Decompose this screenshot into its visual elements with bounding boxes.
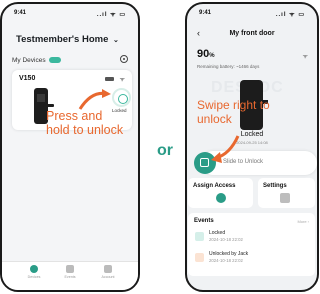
user-icon [216,193,226,203]
remaining-battery: Remaining battery: ~1466 days [197,64,260,69]
lock-handle [43,104,54,107]
wifi-icon: ᯤ [302,54,308,60]
callout-press-hold: Press and hold to unlock [46,109,124,137]
unlock-event-icon [195,253,204,262]
assign-access-label: Assign Access [193,183,236,189]
my-devices-text: My Devices [12,57,46,64]
my-devices-label: My Devices [12,57,61,64]
status-icons: ..ıl ᯤ ▭ [96,12,126,18]
callout-swipe-right: Swipe right to unlock [197,98,270,126]
status-bar: 9:41 ..ıl ᯤ ▭ [14,10,126,20]
callout-arrow-right [211,135,240,163]
status-bar: 9:41 ..ıl ᯤ ▭ [199,10,305,20]
settings-label: Settings [263,183,287,189]
event-time: 2024-10-18 22:02 [209,258,243,263]
events-icon [66,265,74,273]
page-title: My front door [229,30,275,37]
assign-access-tile[interactable]: Assign Access [188,178,253,208]
bottom-nav: Devices Events Account [2,261,138,290]
separator-or: or [157,142,173,159]
padlock-icon [118,94,128,104]
events-card: Events More › Locked 2024-10-18 22:02 Un… [188,213,315,276]
nav-item-account[interactable]: Account [96,265,120,279]
unlock-button[interactable] [112,88,131,107]
event-row[interactable]: Unlocked by Jack 2024-10-18 22:02 [194,251,309,269]
event-title: Locked [209,230,226,236]
account-icon [104,265,112,273]
keypad-icon [37,94,45,102]
add-target-icon[interactable] [120,55,128,63]
left-phone-screen: 9:41 ..ıl ᯤ ▭ Testmember's Home ⌄ My Dev… [0,2,140,292]
lock-event-icon [195,232,204,241]
settings-tile[interactable]: Settings [258,178,315,208]
settings-icon [280,193,290,203]
event-row[interactable]: Locked 2024-10-18 22:02 [194,230,309,248]
home-title-label: Testmember's Home [16,34,109,45]
nav-label-events: Events [64,275,76,279]
event-title: Unlocked by Jack [209,251,249,257]
events-more-link[interactable]: More › [297,219,309,224]
toggle-pill-icon[interactable] [48,57,61,64]
home-icon [30,265,38,273]
status-time: 9:41 [199,10,212,16]
battery-percentage: 90% [197,48,215,60]
battery-unit: % [209,53,215,59]
wifi-icon: ᯤ [119,77,125,83]
nav-item-events[interactable]: Events [58,265,82,279]
battery-value: 90 [197,48,210,60]
chevron-down-icon: ⌄ [113,37,119,44]
device-name: V150 [19,75,36,82]
nav-label-devices: Devices [27,275,41,279]
events-title: Events [194,218,214,224]
event-time: 2024-10-18 22:02 [209,237,243,242]
nav-label-account: Account [101,275,115,279]
status-time: 9:41 [14,10,27,16]
nav-item-devices[interactable]: Devices [22,265,46,279]
battery-icon [105,77,114,81]
status-icons: ..ıl ᯤ ▭ [275,12,305,18]
home-title[interactable]: Testmember's Home ⌄ [16,34,119,45]
